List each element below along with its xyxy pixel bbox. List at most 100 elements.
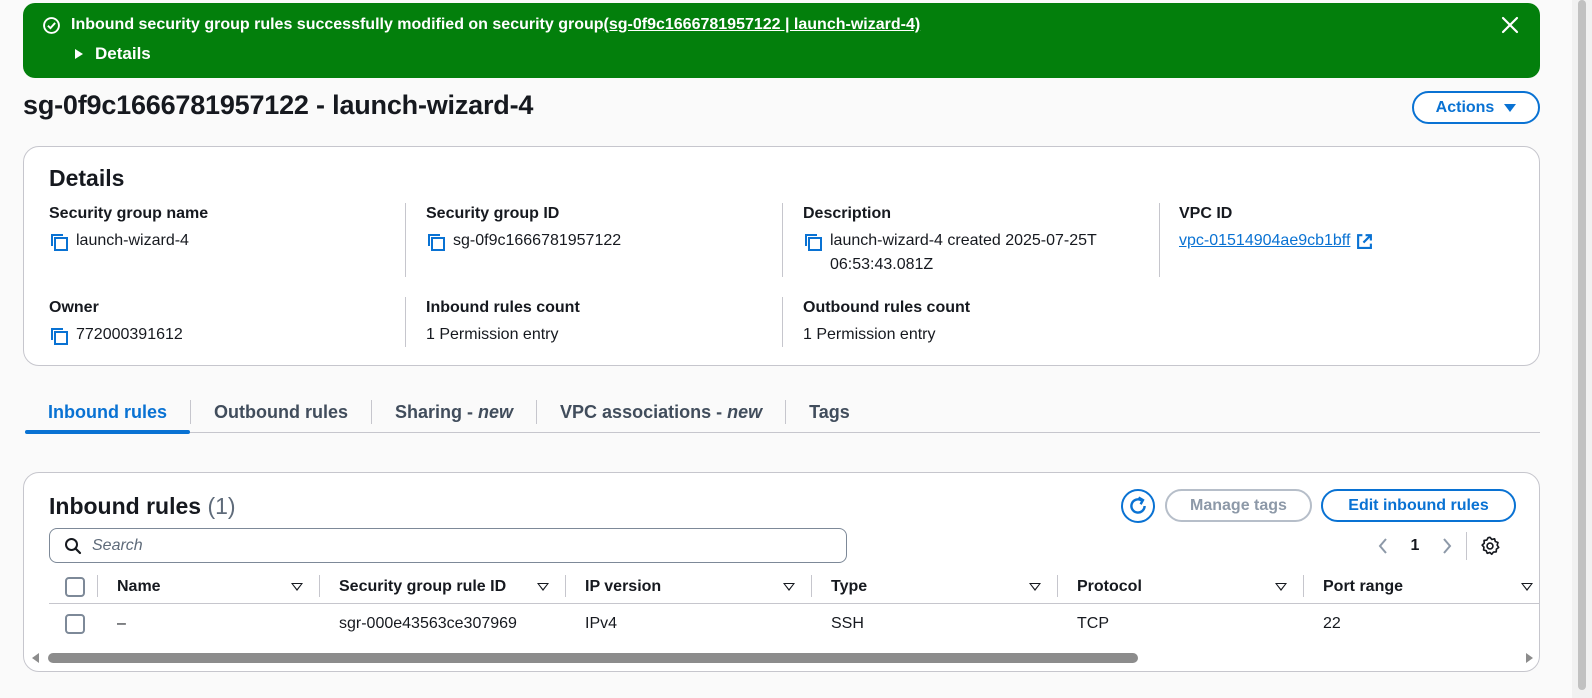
close-icon[interactable] xyxy=(1500,15,1520,35)
select-all-checkbox[interactable] xyxy=(65,577,85,597)
refresh-icon xyxy=(1130,496,1146,514)
inbound-rules-heading: Inbound rules (1) xyxy=(49,493,236,520)
check-circle-icon xyxy=(43,16,60,34)
divider xyxy=(405,203,406,277)
field-label: Description xyxy=(803,205,892,222)
column-header-name[interactable]: Name xyxy=(117,570,319,604)
column-divider xyxy=(811,575,812,597)
field-value: 1 Permission entry xyxy=(803,326,936,343)
caret-down-icon xyxy=(1504,103,1517,112)
next-page-button[interactable] xyxy=(1434,533,1460,559)
field-label: Security group ID xyxy=(426,205,560,222)
actions-button[interactable]: Actions xyxy=(1412,91,1540,124)
tab-tags[interactable]: Tags xyxy=(786,392,873,432)
copy-icon[interactable] xyxy=(49,326,69,346)
divider xyxy=(782,297,783,347)
chevron-left-icon xyxy=(1378,538,1387,554)
divider xyxy=(782,203,783,277)
tab-label: Sharing - xyxy=(395,401,479,422)
cell-ip-version: IPv4 xyxy=(585,615,618,632)
owner-field: Owner 772000391612 xyxy=(49,299,389,347)
actions-label: Actions xyxy=(1435,98,1495,116)
row-checkbox[interactable] xyxy=(65,614,85,634)
field-value: vpc-01514904ae9cb1bff xyxy=(1179,232,1351,249)
description-field: Description launch-wizard-4 created 2025… xyxy=(803,205,1143,277)
scroll-left-arrow-icon[interactable] xyxy=(32,653,39,663)
column-divider xyxy=(1303,575,1304,597)
column-header-type[interactable]: Type xyxy=(831,570,1057,604)
new-tag: new xyxy=(478,401,514,422)
flash-details-toggle[interactable]: Details xyxy=(75,44,151,64)
settings-gear-icon[interactable] xyxy=(1479,535,1501,557)
horizontal-scrollbar[interactable] xyxy=(30,650,1535,666)
edit-inbound-rules-button[interactable]: Edit inbound rules xyxy=(1321,489,1516,522)
scrollbar-thumb[interactable] xyxy=(1578,0,1586,690)
column-header-port-range[interactable]: Port range xyxy=(1323,570,1539,604)
column-label: Port range xyxy=(1323,578,1404,595)
tab-label: Inbound rules xyxy=(48,401,167,422)
copy-icon[interactable] xyxy=(803,232,823,252)
divider xyxy=(1466,532,1467,560)
sort-caret-icon xyxy=(291,583,303,591)
details-panel: Details Security group name launch-wizar… xyxy=(23,146,1540,366)
row-checkbox-cell xyxy=(65,606,85,642)
column-label: Type xyxy=(831,578,868,595)
table-row[interactable]: – sgr-000e43563ce307969 IPv4 SSH TCP 22 xyxy=(49,606,1539,642)
copy-icon[interactable] xyxy=(426,232,446,252)
vpc-id-link[interactable]: vpc-01514904ae9cb1bff xyxy=(1179,229,1373,253)
column-header-rule-id[interactable]: Security group rule ID xyxy=(339,570,565,604)
sort-caret-icon xyxy=(1521,583,1533,591)
field-label: VPC ID xyxy=(1179,205,1233,222)
column-label: Protocol xyxy=(1077,578,1142,595)
field-label: Outbound rules count xyxy=(803,299,971,316)
tab-inbound-rules[interactable]: Inbound rules xyxy=(25,392,190,434)
pagination: 1 xyxy=(1370,532,1501,560)
inbound-rules-count-field: Inbound rules count 1 Permission entry xyxy=(426,299,766,347)
column-divider xyxy=(565,575,566,597)
external-link-icon xyxy=(1357,233,1373,249)
field-value: 1 Permission entry xyxy=(426,326,559,343)
tab-sharing[interactable]: Sharing - new xyxy=(372,392,536,432)
search-field[interactable] xyxy=(49,528,847,563)
refresh-button[interactable] xyxy=(1121,489,1155,523)
previous-page-button[interactable] xyxy=(1370,533,1396,559)
vpc-id-field: VPC ID vpc-01514904ae9cb1bff xyxy=(1179,205,1519,253)
table-header: Name Security group rule ID IP version T… xyxy=(49,570,1539,604)
tab-outbound-rules[interactable]: Outbound rules xyxy=(191,392,371,432)
column-header-ip-version[interactable]: IP version xyxy=(585,570,811,604)
field-label: Inbound rules count xyxy=(426,299,580,316)
select-all-checkbox-cell xyxy=(65,570,85,604)
cell-type: SSH xyxy=(831,615,864,632)
caret-right-icon xyxy=(75,49,83,59)
manage-tags-button[interactable]: Manage tags xyxy=(1165,489,1312,522)
column-divider xyxy=(97,575,98,597)
scrollbar-thumb[interactable] xyxy=(48,653,1138,663)
heading-text: Inbound rules xyxy=(49,493,202,519)
inbound-rules-panel: Inbound rules (1) Manage tags Edit inbou… xyxy=(23,472,1540,672)
new-tag: new xyxy=(727,401,763,422)
security-group-name-field: Security group name launch-wizard-4 xyxy=(49,205,389,253)
tab-vpc-associations[interactable]: VPC associations - new xyxy=(537,392,785,432)
page-vertical-scrollbar[interactable] xyxy=(1572,0,1592,698)
column-label: IP version xyxy=(585,578,662,595)
tab-bar: Inbound rules Outbound rules Sharing - n… xyxy=(25,392,1540,434)
scroll-right-arrow-icon[interactable] xyxy=(1526,653,1533,663)
column-header-protocol[interactable]: Protocol xyxy=(1077,570,1303,604)
chevron-right-icon xyxy=(1443,538,1452,554)
sort-caret-icon xyxy=(537,583,549,591)
column-label: Name xyxy=(117,578,161,595)
page-number[interactable]: 1 xyxy=(1396,537,1434,555)
outbound-rules-count-field: Outbound rules count 1 Permission entry xyxy=(803,299,1143,347)
tab-label: Tags xyxy=(809,401,850,422)
tab-label: VPC associations - xyxy=(560,401,728,422)
flash-message-row: Inbound security group rules successfull… xyxy=(43,16,920,34)
field-label: Owner xyxy=(49,299,99,316)
column-divider xyxy=(319,575,320,597)
flash-message-text: Inbound security group rules successfull… xyxy=(71,16,604,33)
tab-label: Outbound rules xyxy=(214,401,348,422)
search-input[interactable] xyxy=(92,536,792,555)
flash-security-group-link[interactable]: (sg-0f9c1666781957122 | launch-wizard-4) xyxy=(604,16,921,34)
rules-count: (1) xyxy=(207,493,236,519)
flash-details-label: Details xyxy=(95,44,151,63)
copy-icon[interactable] xyxy=(49,232,69,252)
